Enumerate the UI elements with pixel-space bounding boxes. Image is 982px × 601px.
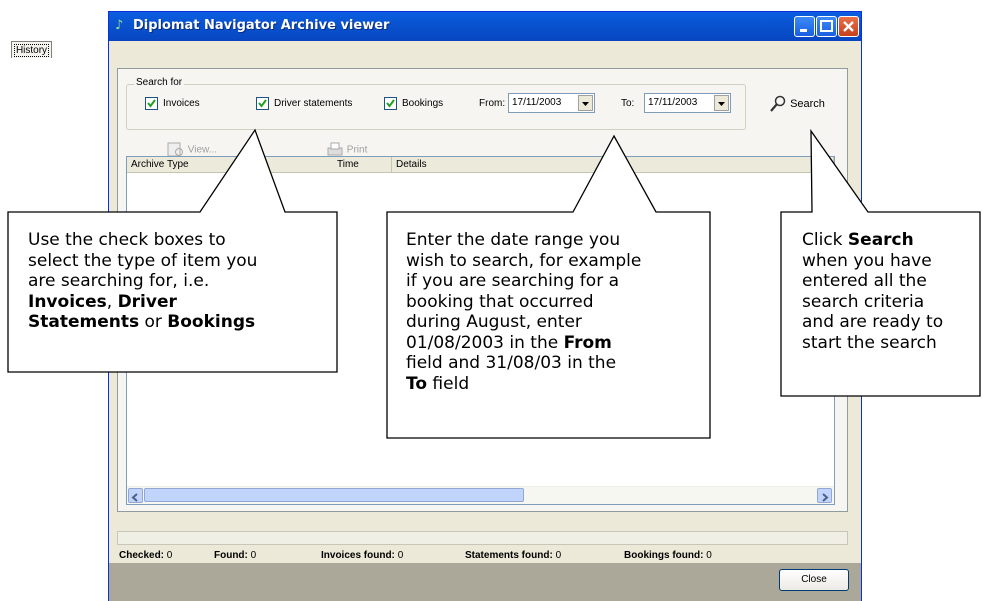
search-callout: Click Search when you have entered all t…: [802, 230, 944, 353]
checkbox-callout: Use the check boxes to select the type o…: [28, 230, 258, 332]
date-range-callout: Enter the date range you wish to search,…: [406, 230, 642, 394]
